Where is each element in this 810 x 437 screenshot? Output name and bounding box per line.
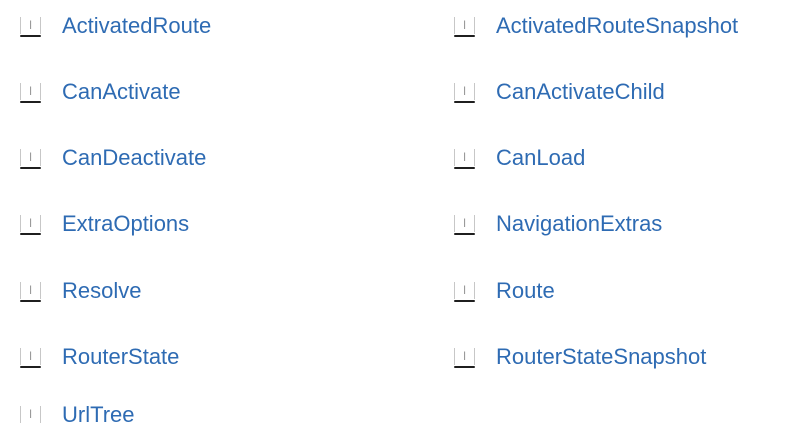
api-link-route[interactable]: I Route	[454, 271, 555, 311]
api-link-routerstatesnapshot[interactable]: I RouterStateSnapshot	[454, 337, 706, 377]
interface-icon: I	[20, 280, 42, 302]
api-link-label: CanActivate	[62, 79, 181, 104]
api-link-label: Resolve	[62, 278, 142, 303]
api-link-label: CanDeactivate	[62, 145, 207, 170]
api-link-label: ActivatedRoute	[62, 13, 212, 38]
interface-icon: I	[20, 346, 42, 368]
interface-icon: I	[454, 346, 476, 368]
api-interface-list: I ActivatedRoute I ActivatedRouteSnapsho…	[0, 0, 810, 437]
api-link-label: NavigationExtras	[496, 211, 663, 236]
interface-icon: I	[20, 213, 42, 235]
api-link-label: UrlTree	[62, 402, 135, 427]
api-link-label: RouterStateSnapshot	[496, 344, 707, 369]
api-link-label: CanLoad	[496, 145, 586, 170]
api-link-extraoptions[interactable]: I ExtraOptions	[20, 204, 189, 244]
api-link-label: CanActivateChild	[496, 79, 665, 104]
interface-icon: I	[454, 280, 476, 302]
interface-icon: I	[454, 15, 476, 37]
interface-icon: I	[20, 15, 42, 37]
api-link-label: ActivatedRouteSnapshot	[496, 13, 739, 38]
interface-icon: I	[20, 404, 42, 426]
interface-icon: I	[454, 81, 476, 103]
api-link-label: Route	[496, 278, 555, 303]
api-link-urltree[interactable]: I UrlTree	[20, 395, 135, 435]
api-link-canload[interactable]: I CanLoad	[454, 138, 585, 178]
api-link-candeactivate[interactable]: I CanDeactivate	[20, 138, 206, 178]
api-link-label: ExtraOptions	[62, 211, 190, 236]
interface-icon: I	[454, 213, 476, 235]
api-link-label: RouterState	[62, 344, 180, 369]
interface-icon: I	[454, 147, 476, 169]
api-link-resolve[interactable]: I Resolve	[20, 271, 141, 311]
api-link-navigationextras[interactable]: I NavigationExtras	[454, 204, 662, 244]
api-link-canactivate[interactable]: I CanActivate	[20, 72, 181, 112]
interface-icon: I	[20, 147, 42, 169]
api-link-activatedroute[interactable]: I ActivatedRoute	[20, 6, 211, 46]
api-link-activatedroutesnapshot[interactable]: I ActivatedRouteSnapshot	[454, 6, 738, 46]
api-link-routerstate[interactable]: I RouterState	[20, 337, 179, 377]
interface-icon: I	[20, 81, 42, 103]
api-link-canactivatechild[interactable]: I CanActivateChild	[454, 72, 665, 112]
